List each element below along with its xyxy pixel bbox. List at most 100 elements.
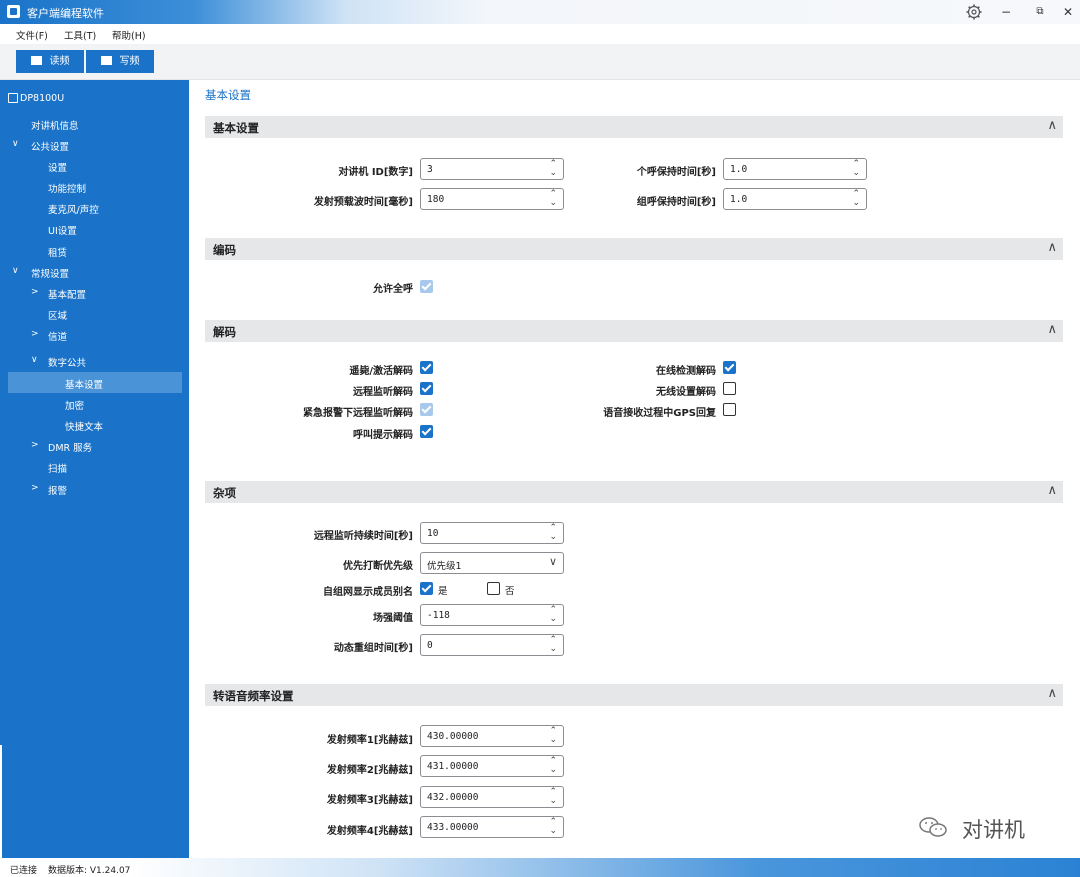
spin-arrows-icon[interactable]: ⌃ ⌄ [549,818,557,836]
sidebar-item-general[interactable]: 常规设置 [31,266,69,280]
menu-tools[interactable]: 工具(T) [64,28,96,42]
chevron-up-icon[interactable]: ∧ [1047,686,1057,701]
group-hold-field[interactable]: 1.0 ⌃ ⌄ [723,188,867,210]
section-misc[interactable]: 杂项 ∧ [205,481,1063,503]
section-basic[interactable]: 基本设置 ∧ [205,116,1063,138]
sidebar-item-digital-common[interactable]: 数字公共 [48,355,86,369]
remote-monitor-checkbox[interactable] [420,382,433,395]
wireless-label: 无线设置解码 [656,387,716,398]
spin-arrows-icon[interactable]: ⌃ ⌄ [549,788,557,806]
menu-bar: 文件(F) 工具(T) 帮助(H) [0,24,1080,44]
private-hold-field[interactable]: 1.0 ⌃ ⌄ [723,158,867,180]
chevron-down-icon[interactable]: ∨ [12,266,19,276]
alias-yes-radio[interactable] [420,582,433,595]
emergency-monitor-checkbox[interactable] [420,403,433,416]
rssi-field[interactable]: -118 ⌃ ⌄ [420,604,564,626]
sidebar-device[interactable]: DP8100U [20,93,64,104]
sidebar-item-encryption[interactable]: 加密 [65,398,84,412]
priority-label: 优先打断优先级 [343,561,413,572]
monitor-duration-field[interactable]: 10 ⌃ ⌄ [420,522,564,544]
online-check-label: 在线检测解码 [656,366,716,377]
freq1-field[interactable]: 430.00000 ⌃ ⌄ [420,725,564,747]
freq1-value: 430.00000 [427,731,479,742]
spin-arrows-icon[interactable]: ⌃ ⌄ [549,636,557,654]
section-decode[interactable]: 解码 ∧ [205,320,1063,342]
section-title: 解码 [213,325,236,339]
spin-arrows-icon[interactable]: ⌃ ⌄ [549,757,557,775]
sidebar-item-zone[interactable]: 区域 [48,308,67,322]
regroup-field[interactable]: 0 ⌃ ⌄ [420,634,564,656]
chevron-right-icon[interactable]: > [31,287,39,297]
spin-arrows-icon[interactable]: ⌃ ⌄ [549,606,557,624]
page-title: 基本设置 [205,88,251,102]
menu-file[interactable]: 文件(F) [16,28,48,42]
read-label: 读频 [49,56,70,67]
online-check-checkbox[interactable] [723,361,736,374]
section-encode[interactable]: 编码 ∧ [205,238,1063,260]
priority-select[interactable]: 优先级1 ∨ [420,552,564,574]
read-button[interactable]: 读频 [16,50,84,73]
alias-no-radio[interactable] [487,582,500,595]
sidebar [0,80,189,858]
chevron-up-icon[interactable]: ∧ [1047,483,1057,498]
spin-arrows-icon[interactable]: ⌃ ⌄ [549,524,557,542]
sidebar-item-basic-config[interactable]: 基本配置 [48,287,86,301]
spin-arrows-icon[interactable]: ⌃ ⌄ [852,160,860,178]
read-icon [30,56,42,65]
spin-arrows-icon[interactable]: ⌃ ⌄ [549,727,557,745]
freq2-field[interactable]: 431.00000 ⌃ ⌄ [420,755,564,777]
sidebar-item-scan[interactable]: 扫描 [48,461,67,475]
freq3-field[interactable]: 432.00000 ⌃ ⌄ [420,786,564,808]
sidebar-item-settings[interactable]: 设置 [48,160,67,174]
chevron-down-icon[interactable]: ∨ [549,556,557,567]
menu-help[interactable]: 帮助(H) [112,28,146,42]
sidebar-item-ui[interactable]: UI设置 [48,223,77,237]
chevron-right-icon[interactable]: > [31,329,39,339]
data-version: 数据版本: V1.24.07 [48,866,131,876]
preamble-field[interactable]: 180 ⌃ ⌄ [420,188,564,210]
regroup-label: 动态重组时间[秒] [333,643,413,654]
sidebar-item-quick-text[interactable]: 快捷文本 [65,419,103,433]
gear-icon[interactable] [965,3,983,21]
sidebar-item-basic-settings[interactable]: 基本设置 [8,372,182,393]
sidebar-item-channel[interactable]: 信道 [48,329,67,343]
chevron-up-icon[interactable]: ∧ [1047,240,1057,255]
sidebar-item-common-settings[interactable]: 公共设置 [31,139,69,153]
chevron-down-icon[interactable]: ∨ [12,139,19,149]
call-alert-label: 呼叫提示解码 [353,430,413,441]
chevron-down-icon[interactable]: ∨ [31,355,38,365]
spin-arrows-icon[interactable]: ⌃ ⌄ [852,190,860,208]
device-icon [8,93,18,103]
chevron-right-icon[interactable]: > [31,440,39,450]
freq4-field[interactable]: 433.00000 ⌃ ⌄ [420,816,564,838]
sidebar-item-function-control[interactable]: 功能控制 [48,181,86,195]
chevron-up-icon[interactable]: ∧ [1047,322,1057,337]
restore-button[interactable]: ⧉ [1030,3,1050,21]
radio-id-field[interactable]: 3 ⌃ ⌄ [420,158,564,180]
gps-reply-checkbox[interactable] [723,403,736,416]
wireless-checkbox[interactable] [723,382,736,395]
sidebar-item-alarm[interactable]: 报警 [48,483,67,497]
chevron-up-icon[interactable]: ∧ [1047,118,1057,133]
section-voice-freq[interactable]: 转语音频率设置 ∧ [205,684,1063,706]
radio-id-value: 3 [427,164,433,175]
write-button[interactable]: 写频 [86,50,154,73]
connection-status: 已连接 [10,866,38,876]
call-alert-checkbox[interactable] [420,425,433,438]
sidebar-item-rental[interactable]: 租赁 [48,245,67,259]
minimize-button[interactable]: − [996,3,1016,21]
sidebar-item-radio-info[interactable]: 对讲机信息 [31,118,79,132]
spin-arrows-icon[interactable]: ⌃ ⌄ [549,160,557,178]
write-label: 写频 [119,56,140,67]
sidebar-item-mic[interactable]: 麦克风/声控 [48,202,99,216]
alias-no-label: 否 [505,586,515,597]
app-icon [7,5,20,18]
alias-label: 自组网显示成员别名 [323,587,413,598]
chevron-right-icon[interactable]: > [31,483,39,493]
all-call-checkbox[interactable] [420,280,433,293]
spin-arrows-icon[interactable]: ⌃ ⌄ [549,190,557,208]
stun-checkbox[interactable] [420,361,433,374]
close-button[interactable]: ✕ [1058,3,1078,21]
title-bar: 客户端编程软件 − ⧉ ✕ [0,0,1080,24]
sidebar-item-dmr-service[interactable]: DMR 服务 [48,440,92,454]
